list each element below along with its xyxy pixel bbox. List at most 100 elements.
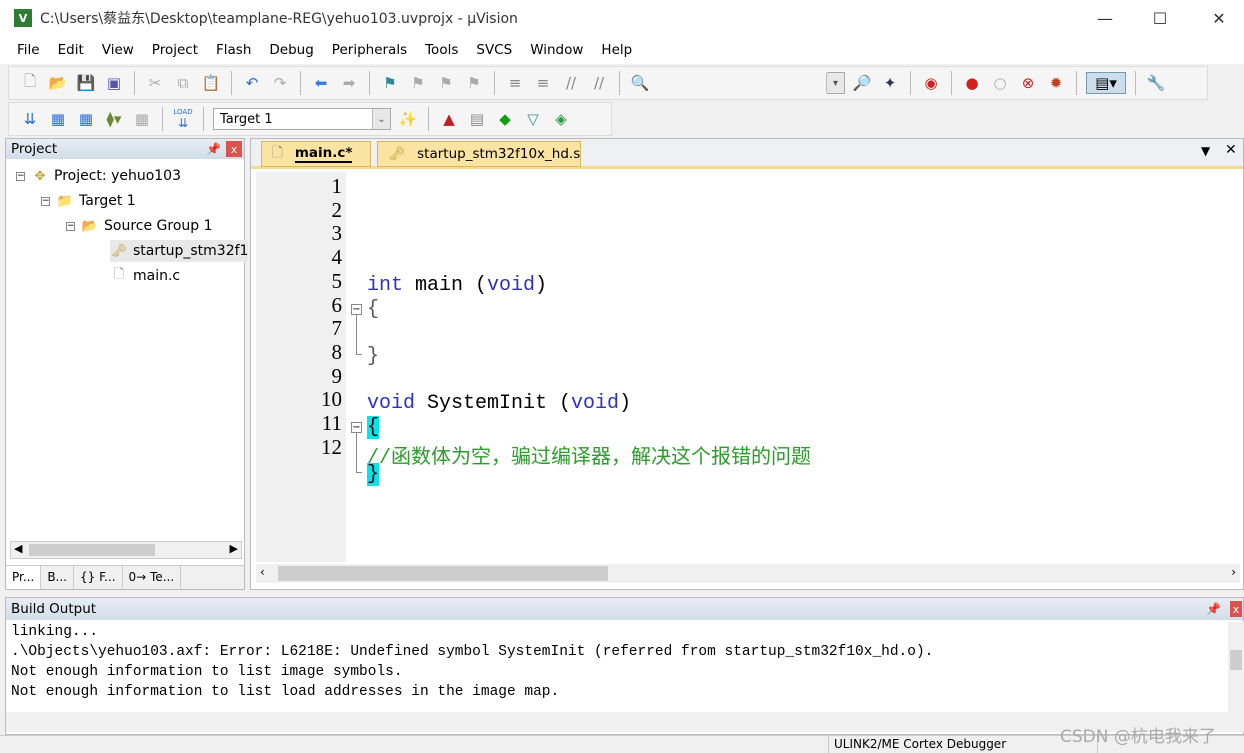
close-panel-icon[interactable]: x <box>1230 601 1242 617</box>
collapse-icon[interactable]: − <box>41 196 50 206</box>
bookmark-icon[interactable]: ⚑ <box>379 72 401 94</box>
next-bookmark-icon[interactable]: ⚑ <box>435 72 457 94</box>
tree-project-root[interactable]: − ✥ Project: yehuo103 <box>16 165 181 187</box>
incremental-find-icon[interactable]: ✦ <box>879 72 901 94</box>
tab-project[interactable]: Pr... <box>6 566 42 589</box>
pin-icon[interactable]: 📌 <box>206 142 221 156</box>
breakpoint-icon[interactable]: ● <box>961 72 983 94</box>
open-file-icon[interactable]: 📂 <box>47 72 69 94</box>
output-hscrollbar[interactable] <box>6 712 1244 732</box>
panel-title: Project <box>11 141 58 157</box>
debug-session-icon[interactable]: ◉ <box>920 72 942 94</box>
editor-hscrollbar[interactable]: ‹ › <box>256 564 1240 583</box>
pack-installer-icon[interactable]: ▽ <box>522 108 544 130</box>
batch-build-icon[interactable]: ⧫▾ <box>103 108 125 130</box>
clear-bookmarks-icon[interactable]: ⚑ <box>463 72 485 94</box>
title-bar: V C:\Users\蔡益东\Desktop\teamplane-REG\yeh… <box>0 0 1244 36</box>
tab-templates[interactable]: 0→ Te... <box>123 566 182 589</box>
collapse-icon[interactable]: − <box>66 221 75 231</box>
minimize-button[interactable]: — <box>1082 0 1128 36</box>
find-in-files-icon[interactable]: 🔍 <box>629 72 651 94</box>
menu-project[interactable]: Project <box>143 42 207 58</box>
scroll-left-icon[interactable]: ‹ <box>260 565 265 579</box>
tree-target[interactable]: − 📁 Target 1 <box>41 190 136 212</box>
status-bar: ULINK2/ME Cortex Debugger <box>0 735 1244 753</box>
disable-all-breakpoints-icon[interactable]: ⊗ <box>1017 72 1039 94</box>
menu-file[interactable]: File <box>8 42 49 58</box>
output-vscrollbar[interactable] <box>1228 622 1244 712</box>
uvision-logo-icon: V <box>14 9 32 27</box>
configure-icon[interactable]: 🔧 <box>1145 72 1167 94</box>
pin-icon[interactable]: 📌 <box>1206 602 1221 616</box>
scroll-thumb[interactable] <box>29 544 155 556</box>
scroll-thumb[interactable] <box>278 566 608 581</box>
chevron-down-icon: ▾ <box>826 73 844 93</box>
new-file-icon[interactable]: 🗋 <box>19 72 41 94</box>
project-icon: ✥ <box>34 168 46 184</box>
redo-icon[interactable]: ↷ <box>269 72 291 94</box>
menu-debug[interactable]: Debug <box>260 42 322 58</box>
debugger-status: ULINK2/ME Cortex Debugger <box>828 736 1098 753</box>
target-select[interactable]: Target 1 ⌄ <box>213 108 391 130</box>
scroll-thumb[interactable] <box>1230 650 1242 670</box>
kill-breakpoints-icon[interactable]: ✹ <box>1045 72 1067 94</box>
select-packs-icon[interactable]: ▲ <box>438 108 460 130</box>
fold-icon[interactable]: − <box>351 422 362 433</box>
close-button[interactable]: ✕ <box>1196 0 1242 36</box>
copy-icon[interactable]: ⧉ <box>172 72 194 94</box>
build-output-header: Build Output 📌 x <box>6 598 1243 620</box>
scroll-right-icon[interactable]: ▶ <box>230 542 238 555</box>
save-all-icon[interactable]: ▣ <box>103 72 125 94</box>
load-download-icon[interactable]: LOAD ⇊ <box>172 108 194 130</box>
tab-functions[interactable]: {} F... <box>74 566 123 589</box>
undo-icon[interactable]: ↶ <box>241 72 263 94</box>
build-output-panel: Build Output 📌 x linking... .\Objects\ye… <box>5 597 1244 735</box>
options-for-target-icon[interactable]: ✨ <box>397 108 419 130</box>
tree-file-main[interactable]: 🗋 main.c <box>110 265 180 287</box>
close-panel-icon[interactable]: x <box>226 141 242 157</box>
tree-source-group[interactable]: − 📂 Source Group 1 <box>66 215 213 237</box>
menu-svcs[interactable]: SVCS <box>467 42 521 58</box>
code-area[interactable]: int main (void) { } void SystemInit (voi… <box>251 139 1241 559</box>
project-hscrollbar[interactable]: ◀ ▶ <box>10 541 242 559</box>
save-icon[interactable]: 💾 <box>75 72 97 94</box>
find-dropdown[interactable]: ▾ <box>826 72 845 94</box>
build-output-text[interactable]: linking... .\Objects\yehuo103.axf: Error… <box>6 622 1228 712</box>
translate-icon[interactable]: ⇊ <box>19 108 41 130</box>
cut-icon[interactable]: ✂ <box>144 72 166 94</box>
comment-icon[interactable]: // <box>560 72 582 94</box>
tab-books[interactable]: B... <box>41 566 74 589</box>
manage-run-time-icon[interactable]: ◆ <box>494 108 516 130</box>
navigate-forward-icon[interactable]: ➡ <box>338 72 360 94</box>
navigate-back-icon[interactable]: ⬅ <box>310 72 332 94</box>
prev-bookmark-icon[interactable]: ⚑ <box>407 72 429 94</box>
menu-window[interactable]: Window <box>521 42 592 58</box>
tree-file-startup[interactable]: 🗝 startup_stm32f1 <box>110 240 249 262</box>
target-folder-icon: 📁 <box>56 193 74 209</box>
menu-peripherals[interactable]: Peripherals <box>323 42 416 58</box>
fold-icon[interactable]: − <box>351 304 362 315</box>
paste-icon[interactable]: 📋 <box>200 72 222 94</box>
build-icon[interactable]: ▦ <box>47 108 69 130</box>
watermark: CSDN @杭电我来了 <box>1060 727 1216 747</box>
scroll-left-icon[interactable]: ◀ <box>14 542 22 555</box>
build-toolbar: ⇊ ▦ ▦ ⧫▾ ▦ LOAD ⇊ Target 1 ⌄ ✨ ▲ ▤ ◆ ▽ ◈ <box>8 102 612 136</box>
scroll-right-icon[interactable]: › <box>1231 565 1236 579</box>
find-icon[interactable]: 🔎 <box>851 72 873 94</box>
uncomment-icon[interactable]: // <box>588 72 610 94</box>
manage-components-icon[interactable]: ▤ <box>466 108 488 130</box>
unindent-icon[interactable]: ≡ <box>532 72 554 94</box>
stop-build-icon[interactable]: ▦ <box>131 108 153 130</box>
menu-help[interactable]: Help <box>592 42 641 58</box>
menu-edit[interactable]: Edit <box>49 42 93 58</box>
indent-icon[interactable]: ≡ <box>504 72 526 94</box>
window-layout-icon[interactable]: ▤▾ <box>1086 72 1126 94</box>
maximize-button[interactable]: ☐ <box>1137 0 1183 36</box>
menu-tools[interactable]: Tools <box>416 42 467 58</box>
menu-view[interactable]: View <box>93 42 143 58</box>
disable-breakpoint-icon[interactable]: ○ <box>989 72 1011 94</box>
rebuild-icon[interactable]: ▦ <box>75 108 97 130</box>
software-packs-icon[interactable]: ◈ <box>550 108 572 130</box>
menu-flash[interactable]: Flash <box>207 42 260 58</box>
collapse-icon[interactable]: − <box>16 171 25 181</box>
